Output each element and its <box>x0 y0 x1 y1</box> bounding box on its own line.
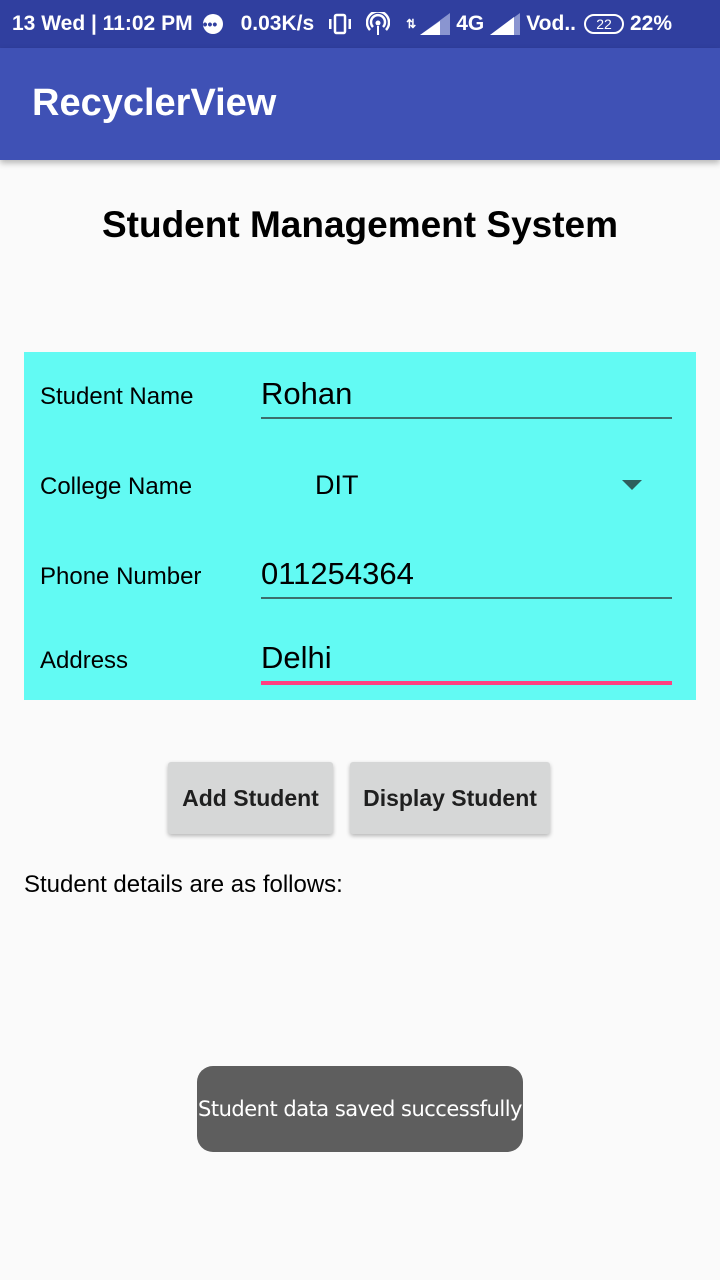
address-input[interactable]: Delhi <box>261 640 672 676</box>
carrier-name: Vod.. <box>526 12 576 35</box>
app-toolbar: RecyclerView <box>0 48 720 160</box>
student-details-text: Student details are as follows: <box>24 871 343 898</box>
battery-percent: 22% <box>630 12 673 35</box>
more-dots-icon: ••• <box>202 14 223 34</box>
signal-icon-2 <box>490 13 521 35</box>
student-name-input[interactable]: Rohan <box>261 376 672 412</box>
display-student-button[interactable]: Display Student <box>350 762 550 834</box>
network-speed: 0.03K/s <box>240 12 315 35</box>
student-form: Student Name Rohan College Name DIT Phon… <box>24 352 696 700</box>
college-name-label: College Name <box>40 473 193 500</box>
add-student-button[interactable]: Add Student <box>168 762 333 834</box>
phone-number-underline <box>261 597 672 599</box>
vibrate-icon <box>328 13 352 35</box>
dropdown-arrow-icon[interactable] <box>622 480 642 490</box>
toast-message: Student data saved successfully <box>197 1066 523 1152</box>
battery-icon: 22 <box>584 14 624 34</box>
student-name-label: Student Name <box>40 383 194 410</box>
address-label: Address <box>40 647 129 674</box>
hotspot-icon <box>366 12 391 36</box>
student-name-underline <box>261 417 672 419</box>
status-time: 13 Wed | 11:02 PM <box>12 12 193 35</box>
status-bar: 13 Wed | 11:02 PM ••• 0.03K/s ⇅ 4G Vod..… <box>0 0 720 48</box>
phone-number-label: Phone Number <box>40 563 202 590</box>
college-name-spinner[interactable]: DIT <box>315 470 359 501</box>
phone-number-input[interactable]: 011254364 <box>261 556 672 592</box>
network-type: 4G <box>456 12 485 35</box>
page-title: Student Management System <box>101 204 619 245</box>
signal-icon <box>420 13 451 35</box>
data-arrows-icon: ⇅ <box>406 17 417 31</box>
toolbar-title: RecyclerView <box>32 82 277 124</box>
address-underline <box>261 681 672 685</box>
